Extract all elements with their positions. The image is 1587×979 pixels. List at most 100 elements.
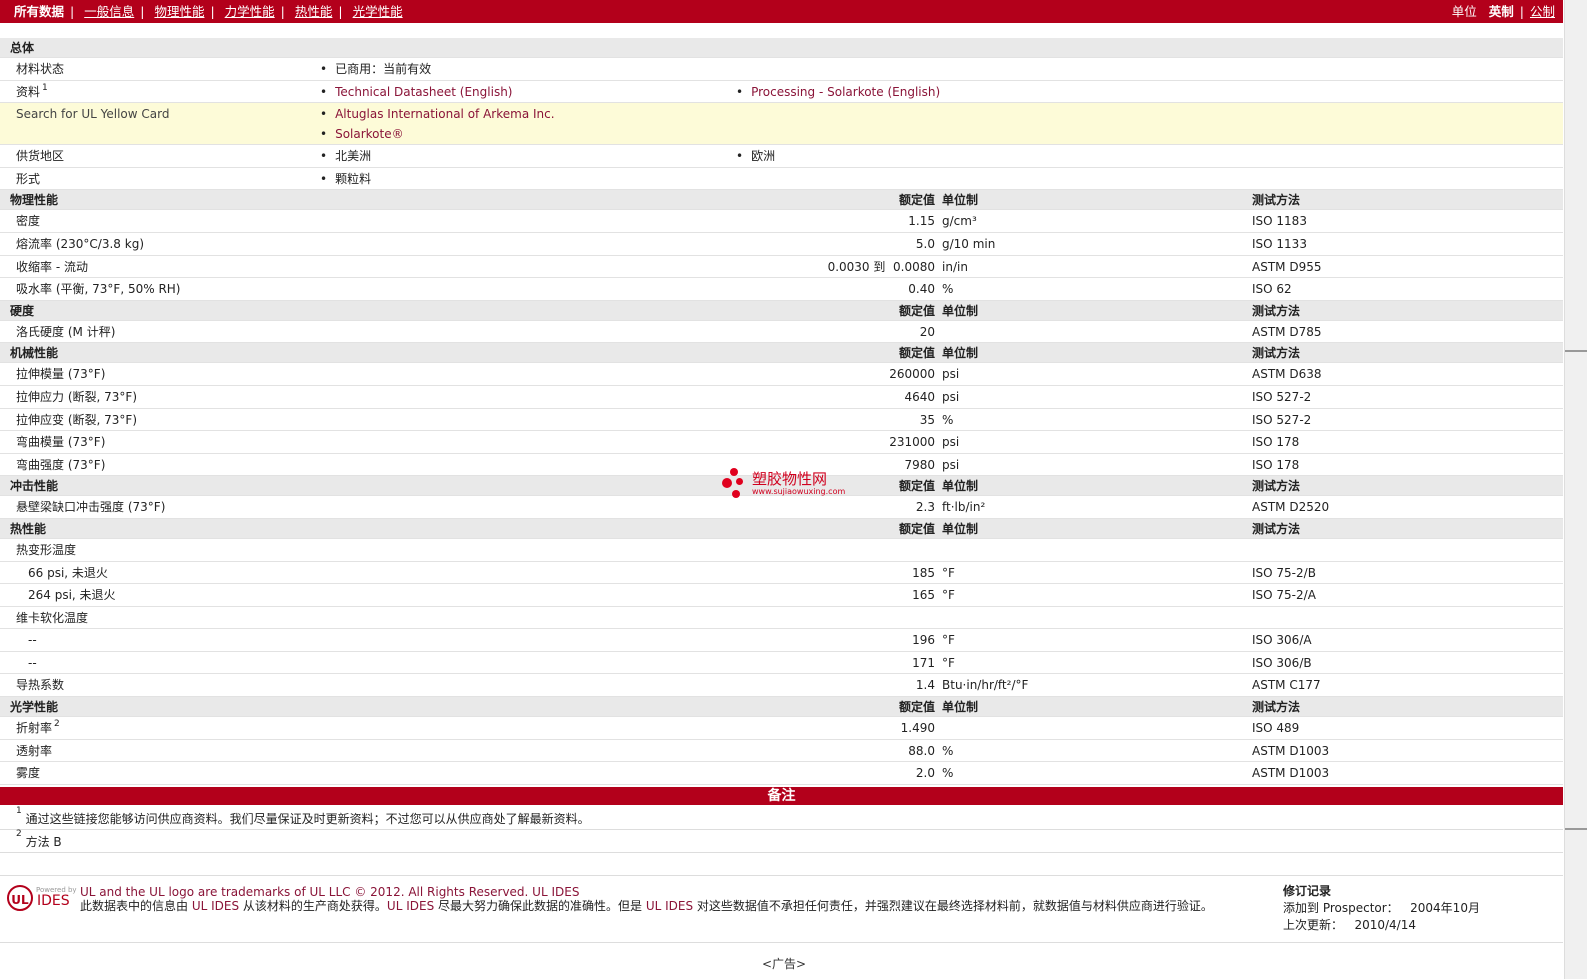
notes-header: 备注 (0, 787, 1563, 805)
watermark-dot (722, 478, 732, 488)
row-label: 密度 (16, 214, 41, 229)
row-test: ISO 527-2 (1252, 412, 1312, 427)
row-hdt-group: 热变形温度 (0, 539, 1563, 562)
nav-all-data[interactable]: 所有数据 (14, 4, 64, 19)
row-test: ASTM C177 (1252, 678, 1321, 693)
footnote-ref[interactable]: 1 (42, 83, 48, 93)
row-test: ISO 1133 (1252, 236, 1307, 251)
row-test: ISO 1183 (1252, 214, 1307, 229)
doc-item: Technical Datasheet (English) (320, 81, 512, 103)
footnote-ref[interactable]: 2 (54, 719, 60, 729)
row-value: 196 (912, 633, 935, 648)
section-header-general: 总体 (0, 38, 1563, 58)
row-value: 7980 (904, 457, 935, 472)
col-unit-header: 单位制 (942, 346, 979, 361)
row-thermal-conductivity: 导热系数 1.4 Btu·in/hr/ft²/°F ASTM C177 (0, 674, 1563, 698)
row-vicat-group: 维卡软化温度 (0, 607, 1563, 630)
ides-logo: IDES (37, 893, 70, 909)
row-unit: °F (942, 655, 955, 670)
section-header-physical: 物理性能 额定值 单位制 测试方法 (0, 190, 1563, 211)
ul-item: Altuglas International of Arkema Inc. (320, 103, 554, 125)
unit-label: 单位 (1451, 4, 1477, 19)
ad-label: <广告> (762, 957, 807, 971)
nav-thermal[interactable]: 热性能 (295, 4, 333, 19)
row-hdt-264: 264 psi, 未退火 165 °F ISO 75-2/A (0, 584, 1563, 607)
row-value: 4640 (904, 389, 935, 404)
row-label: 导热系数 (16, 678, 65, 693)
row-unit: psi (942, 457, 960, 472)
watermark-dot (732, 490, 740, 498)
row-label: 悬壁梁缺口冲击强度 (73°F) (16, 500, 166, 515)
note-1: 1 通过这些链接您能够访问供应商资料。我们尽量保证及时更新资料；不过您可以从供应… (16, 806, 590, 826)
row-label: 材料状态 (16, 62, 65, 76)
row-label: 供货地区 (16, 149, 65, 164)
row-label: 收缩率 - 流动 (16, 259, 88, 274)
section-title: 物理性能 (10, 193, 59, 208)
row-label: Search for UL Yellow Card (16, 107, 170, 122)
row-label: 洛氏硬度 (M 计秤) (16, 324, 116, 339)
row-test: ISO 489 (1252, 721, 1300, 736)
datasheet-table: 总体 材料状态 已商用：当前有效 资料1 Technical Datasheet… (0, 38, 1563, 785)
row-test: ISO 306/B (1252, 655, 1312, 670)
row-unit: psi (942, 435, 960, 450)
unit-imperial[interactable]: 英制 (1489, 4, 1514, 19)
solarkote-link[interactable]: Solarkote® (335, 127, 404, 141)
watermark-dot (736, 478, 743, 485)
row-value: 88.0 (908, 743, 935, 758)
col-unit-header: 单位制 (942, 303, 979, 318)
footer-disclaimer: UL and the UL logo are trademarks of UL … (80, 885, 1270, 913)
revision-history: 修订记录 添加到 Prospector： 2004年10月 上次更新： 2010… (1283, 883, 1480, 934)
row-test: ISO 178 (1252, 435, 1300, 450)
row-test: ISO 178 (1252, 457, 1300, 472)
row-vicat-b: -- 171 °F ISO 306/B (0, 652, 1563, 675)
vertical-scrollbar[interactable] (1564, 0, 1587, 979)
row-label: 弯曲强度 (73°F) (16, 457, 106, 472)
ul-item: Solarkote® (320, 123, 404, 145)
nav-mechanical[interactable]: 力学性能 (225, 4, 275, 19)
row-unit: % (942, 743, 954, 758)
col-unit-header: 单位制 (942, 193, 979, 208)
col-value-header: 额定值 (898, 479, 935, 494)
row-label: 热变形温度 (16, 542, 77, 557)
revision-title: 修订记录 (1283, 884, 1332, 898)
row-label: 资料 1 (16, 82, 48, 99)
trademark-line: UL and the UL logo are trademarks of UL … (80, 885, 580, 899)
unit-metric-link[interactable]: 公制 (1530, 4, 1555, 19)
technical-datasheet-link[interactable]: Technical Datasheet (English) (335, 85, 512, 99)
row-test: ASTM D2520 (1252, 500, 1330, 515)
row-test: ISO 75-2/A (1252, 588, 1316, 603)
row-value: 0.0030 到 0.0080 (827, 259, 935, 274)
row-label: 拉伸应力 (断裂, 73°F) (16, 389, 138, 404)
row-transmittance: 透射率 88.0 % ASTM D1003 (0, 740, 1563, 763)
divider (0, 829, 1563, 830)
altuglas-link[interactable]: Altuglas International of Arkema Inc. (335, 107, 554, 121)
col-value-header: 额定值 (898, 303, 935, 318)
nav-optical[interactable]: 光学性能 (353, 4, 403, 19)
row-test: ASTM D1003 (1252, 743, 1330, 758)
row-value: 1.490 (900, 721, 935, 736)
row-region: 供货地区 北美洲 欧洲 (0, 145, 1563, 168)
row-hdt-66: 66 psi, 未退火 185 °F ISO 75-2/B (0, 562, 1563, 585)
row-test: ASTM D955 (1252, 259, 1322, 274)
row-haze: 雾度 2.0 % ASTM D1003 (0, 762, 1563, 785)
row-label: -- (28, 655, 37, 670)
nav-general-info[interactable]: 一般信息 (84, 4, 134, 19)
processing-doc-link[interactable]: Processing - Solarkote (English) (751, 85, 940, 99)
col-value-header: 额定值 (898, 193, 935, 208)
row-label: 透射率 (16, 743, 53, 758)
top-nav-bar: 所有数据 | 一般信息 | 物理性能 | 力学性能 | 热性能 | 光学性能 单位 英制 |… (0, 0, 1563, 23)
col-unit-header: 单位制 (942, 479, 979, 494)
section-title: 总体 (10, 41, 35, 55)
row-value: 165 (912, 588, 935, 603)
row-label: 66 psi, 未退火 (28, 565, 108, 580)
row-value: 0.40 (908, 282, 935, 297)
row-izod-impact: 悬壁梁缺口冲击强度 (73°F) 2.3 ft·lb/in² ASTM D252… (0, 496, 1563, 519)
scrollbar-mark (1565, 828, 1587, 830)
row-unit: g/cm³ (942, 214, 977, 229)
col-test-header: 测试方法 (1252, 700, 1301, 715)
row-ul-yellow-card: Search for UL Yellow Card Altuglas Inter… (0, 103, 1563, 146)
row-unit: % (942, 412, 954, 427)
col-test-header: 测试方法 (1252, 346, 1301, 361)
nav-physical[interactable]: 物理性能 (154, 4, 204, 19)
row-value: 5.0 (915, 236, 935, 251)
